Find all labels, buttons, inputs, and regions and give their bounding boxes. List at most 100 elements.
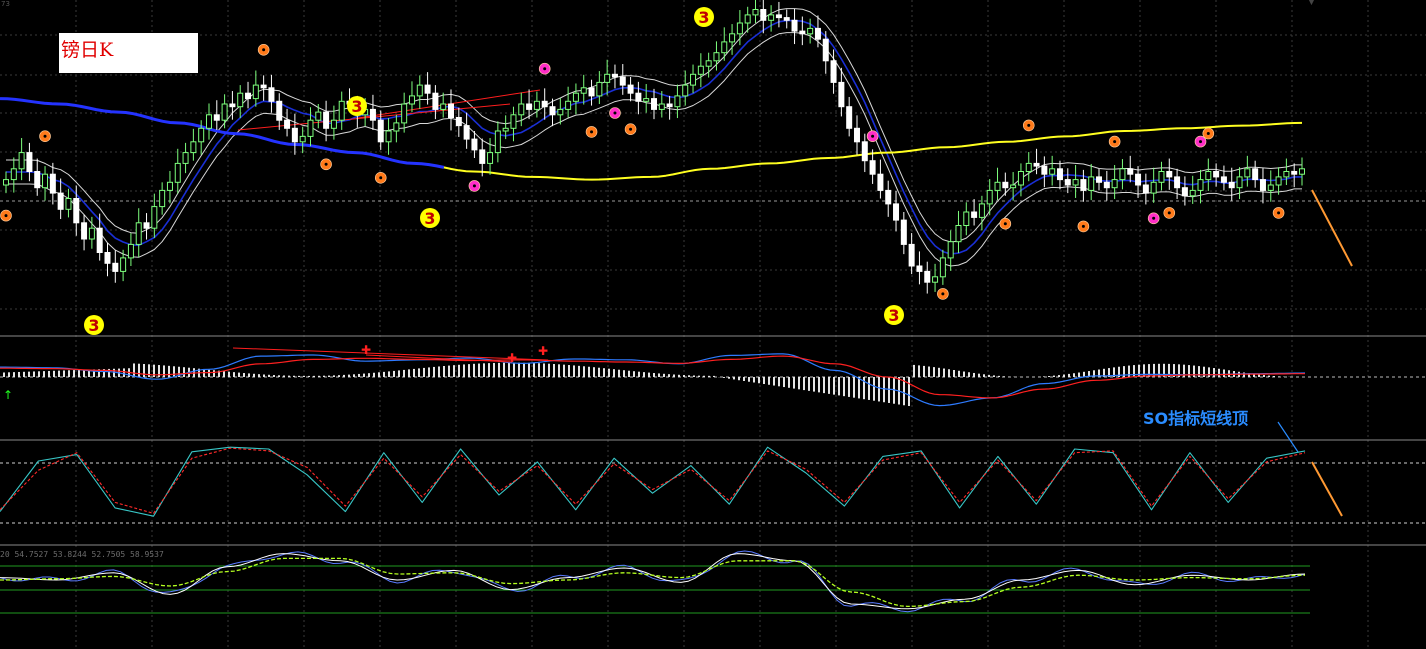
bull-dot-core xyxy=(941,292,945,296)
candle-body xyxy=(432,92,439,110)
candle-body xyxy=(572,92,579,102)
candle-body xyxy=(674,95,681,108)
candle-body xyxy=(299,135,306,143)
candle-body xyxy=(729,33,736,43)
candle-body xyxy=(838,81,845,108)
candle-body xyxy=(518,103,525,116)
candle-body xyxy=(869,160,876,175)
candle-body xyxy=(34,171,41,189)
wave-3-a-label: 3 xyxy=(88,316,99,335)
candle-body xyxy=(96,227,103,253)
candle-body xyxy=(643,98,650,102)
candle-body xyxy=(705,60,712,67)
candle-body xyxy=(955,225,962,243)
candle-body xyxy=(596,81,603,97)
candle-body xyxy=(479,149,486,164)
candle-body xyxy=(822,38,829,62)
candle-body xyxy=(604,73,611,83)
candle-body xyxy=(260,84,267,89)
bear-dot-core xyxy=(472,184,476,188)
candle-body xyxy=(978,203,985,218)
candle-body xyxy=(307,119,314,137)
candle-body xyxy=(198,127,205,143)
bear-dot-core xyxy=(613,111,617,115)
candle-body xyxy=(385,130,392,143)
bull-dot-core xyxy=(324,162,328,166)
candle-body xyxy=(924,270,931,283)
candle-body xyxy=(88,227,95,240)
candle-body xyxy=(330,119,337,129)
candle-body xyxy=(135,222,142,245)
candle-body xyxy=(487,152,494,164)
candle-body xyxy=(166,181,173,191)
bear-dot-core xyxy=(1152,216,1156,220)
candle-body xyxy=(541,100,548,108)
rsi-white-line xyxy=(0,553,1306,610)
macd-down-arrow-icon: ✚ xyxy=(361,343,371,357)
macd-up-arrow-icon: ↑ xyxy=(3,388,13,402)
candle-body xyxy=(619,76,626,86)
collapse-triangle-icon[interactable]: ▼ xyxy=(1308,0,1315,7)
candle-body xyxy=(190,141,197,154)
candle-body xyxy=(229,103,236,108)
candle-body xyxy=(49,173,56,194)
candle-body xyxy=(276,100,283,121)
bull-dot-core xyxy=(629,127,633,131)
bull-dot-core xyxy=(1113,140,1117,144)
grid xyxy=(0,0,1426,649)
candle-body xyxy=(1103,181,1110,189)
candle-body xyxy=(284,119,291,129)
candle-body xyxy=(174,162,181,183)
macd-down-arrow-icon: ✚ xyxy=(507,351,517,365)
candle-body xyxy=(1259,179,1266,191)
macd-down-arrow-icon: ✚ xyxy=(538,344,548,358)
candle-body xyxy=(1041,165,1048,175)
candle-body xyxy=(1135,173,1142,186)
candle-body xyxy=(651,98,657,110)
candle-body xyxy=(1119,168,1126,181)
candle-body xyxy=(721,41,728,54)
candle-body xyxy=(182,152,189,164)
candle-body xyxy=(846,106,853,129)
candlesticks xyxy=(3,0,1305,294)
bull-dot-core xyxy=(1206,132,1210,135)
candle-body xyxy=(682,84,689,97)
candle-body xyxy=(611,73,618,78)
candle-body xyxy=(104,252,111,264)
candle-body xyxy=(994,181,1001,191)
candle-body xyxy=(57,192,64,210)
candle-body xyxy=(1002,181,1009,189)
candle-body xyxy=(1189,189,1196,197)
bull-dot-core xyxy=(1027,123,1031,127)
candle-body xyxy=(775,14,782,19)
candle-body xyxy=(908,243,915,267)
candle-body xyxy=(853,127,860,143)
bear-dot-core xyxy=(1199,140,1203,144)
candle-body xyxy=(338,100,345,121)
candle-body xyxy=(1080,179,1087,191)
candle-body xyxy=(736,22,743,35)
candle-body xyxy=(213,114,220,121)
candle-body xyxy=(744,14,751,24)
candle-body xyxy=(448,103,455,118)
candle-body xyxy=(1291,171,1298,175)
candle-body xyxy=(424,84,431,94)
candle-body xyxy=(830,60,837,83)
candle-body xyxy=(580,87,587,94)
candle-body xyxy=(814,27,821,40)
candle-body xyxy=(18,152,25,170)
candle-body xyxy=(666,103,673,108)
candle-body xyxy=(1267,184,1274,191)
bear-dot-core xyxy=(871,134,875,138)
candle-body xyxy=(502,127,509,132)
title-box: 镑日K xyxy=(59,33,198,73)
candle-body xyxy=(463,125,470,140)
candle-body xyxy=(1252,168,1259,181)
candle-body xyxy=(1166,171,1173,178)
candle-body xyxy=(885,189,892,205)
candle-body xyxy=(1111,179,1118,189)
candle-body xyxy=(1174,176,1181,189)
candle-body xyxy=(1088,176,1095,191)
chart-title: 镑日K xyxy=(61,39,114,61)
wave-3-b-label: 3 xyxy=(351,97,362,116)
